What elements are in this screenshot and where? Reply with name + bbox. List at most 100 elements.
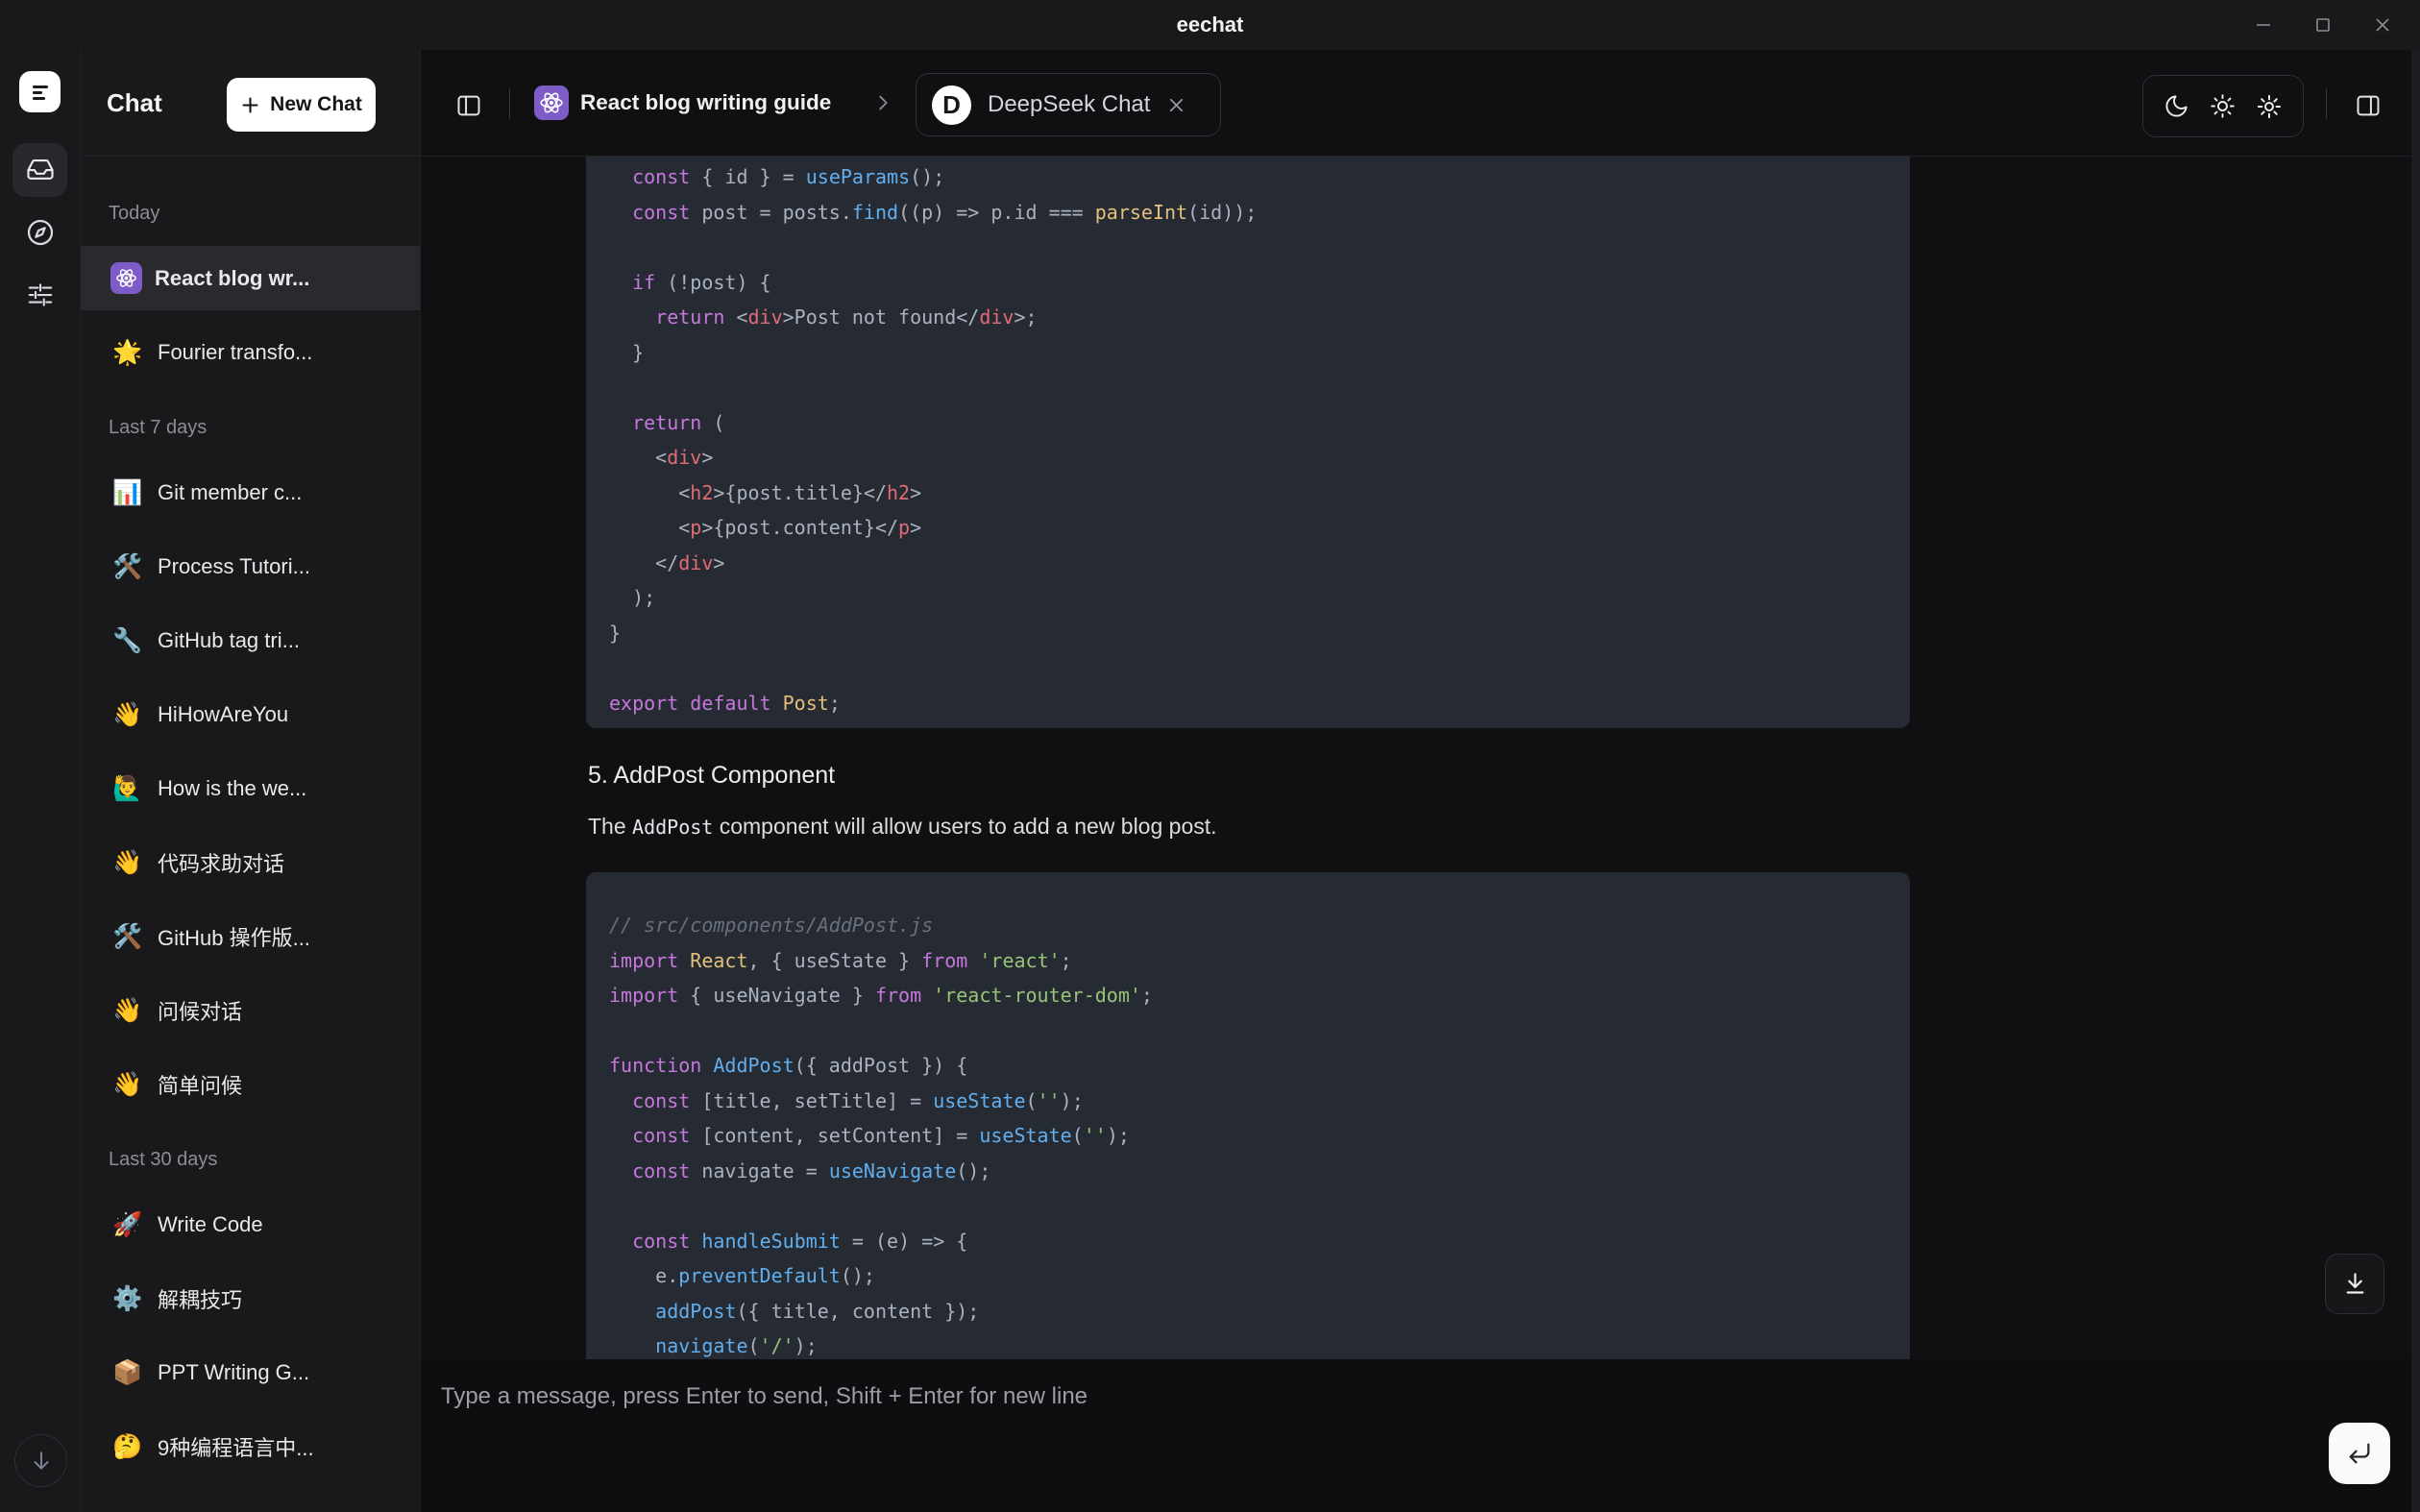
main-panel: React blog writing guide D DeepSeek Chat	[421, 50, 2420, 1512]
chat-item-emoji-icon: 👋	[110, 993, 145, 1028]
code-line: return (	[609, 405, 1887, 441]
code-line: <p>{post.content}</p>	[609, 510, 1887, 546]
light-mode-sun-icon[interactable]	[2210, 93, 2236, 119]
code-line: navigate('/');	[609, 1329, 1887, 1359]
settings-sliders-icon[interactable]	[12, 268, 67, 322]
chat-list-item[interactable]: 🌟 Fourier transfo...	[81, 320, 420, 384]
chat-item-title: 简单问候	[158, 1069, 242, 1100]
chat-list-item[interactable]: 👋代码求助对话	[81, 830, 420, 894]
theme-settings-group	[2142, 75, 2304, 137]
app-logo[interactable]	[19, 71, 61, 112]
model-chip-label: DeepSeek Chat	[988, 91, 1150, 118]
message-input-area[interactable]: Type a message, press Enter to send, Shi…	[421, 1359, 2420, 1512]
toggle-right-panel-icon[interactable]	[2355, 92, 2382, 119]
code-line: if (!post) {	[609, 265, 1887, 301]
settings-gear-icon[interactable]	[2256, 93, 2283, 120]
code-line: const [title, setTitle] = useState('');	[609, 1084, 1887, 1119]
close-window-button[interactable]	[2353, 0, 2412, 50]
chat-list-item[interactable]: ⚙️解耦技巧	[81, 1266, 420, 1330]
chat-list-item[interactable]: 👋问候对话	[81, 978, 420, 1042]
sidebar-title: Chat	[107, 88, 162, 118]
code-line	[609, 1013, 1887, 1049]
chat-item-title: Process Tutori...	[158, 554, 310, 579]
section-label: Last 7 days	[109, 415, 420, 440]
code-line	[609, 650, 1887, 686]
code-pre-1: const { id } = useParams(); const post =…	[609, 159, 1887, 720]
minimize-button[interactable]	[2234, 0, 2293, 50]
breadcrumb-chat-title[interactable]: React blog writing guide	[580, 90, 831, 115]
code-block-1: const { id } = useParams(); const post =…	[586, 157, 1910, 728]
code-line: const navigate = useNavigate();	[609, 1154, 1887, 1189]
chat-item-emoji-icon: 🛠️	[110, 919, 145, 954]
chat-list-item[interactable]: 🤔 9种编程语言中...	[81, 1414, 420, 1478]
model-chip-close-icon[interactable]	[1165, 94, 1187, 116]
window-scrollbar[interactable]	[2411, 50, 2420, 1512]
section-label: Last 30 days	[109, 1147, 420, 1172]
message-scroll-area[interactable]: const { id } = useParams(); const post =…	[421, 157, 2420, 1359]
chat-item-emoji-icon: 🤔	[110, 1429, 145, 1464]
code-line: }	[609, 335, 1887, 371]
chat-item-emoji-icon: 👋	[110, 697, 145, 732]
chat-sidebar: Chat New Chat Today React blog wr... 🌟 Four…	[81, 50, 421, 1512]
inline-code: AddPost	[632, 816, 713, 839]
sidebar-header: Chat New Chat	[81, 50, 420, 157]
chat-list-item[interactable]: 📦PPT Writing G...	[81, 1340, 420, 1404]
code-line	[609, 1188, 1887, 1224]
code-line: );	[609, 580, 1887, 616]
chats-inbox-icon[interactable]	[12, 143, 67, 197]
chat-item-emoji-icon: 🚀	[110, 1207, 145, 1242]
chat-list-item[interactable]: 🙋‍♂️How is the we...	[81, 756, 420, 820]
code-line: import React, { useState } from 'react';	[609, 943, 1887, 979]
header-divider	[509, 88, 510, 119]
code-line: return <div>Post not found</div>;	[609, 300, 1887, 335]
code-line: export default Post;	[609, 686, 1887, 721]
model-chip[interactable]: D DeepSeek Chat	[916, 73, 1221, 136]
chat-list-item[interactable]: 👋简单问候	[81, 1052, 420, 1116]
send-button[interactable]	[2329, 1423, 2390, 1484]
new-chat-button[interactable]: New Chat	[227, 78, 376, 132]
chat-item-emoji-icon: 📊	[110, 476, 145, 510]
body-paragraph: The AddPost component will allow users t…	[588, 814, 1217, 840]
chat-item-title: 9种编程语言中...	[158, 1431, 314, 1462]
chat-list-item[interactable]: 👋 HiHowAreYou	[81, 682, 420, 746]
section-label: Today	[109, 201, 420, 226]
return-arrow-icon	[2346, 1440, 2373, 1467]
scroll-to-bottom-button[interactable]	[2325, 1254, 2384, 1314]
chat-list-item[interactable]: 🛠️ Process Tutori...	[81, 534, 420, 598]
chevron-right-icon	[872, 92, 893, 113]
chat-item-emoji-icon: 👋	[110, 845, 145, 880]
header-divider-right	[2326, 88, 2327, 119]
chat-item-title: Git member c...	[158, 480, 302, 505]
chat-item-title: Write Code	[158, 1212, 263, 1237]
code-line: import { useNavigate } from 'react-route…	[609, 978, 1887, 1013]
download-arrow-icon	[2342, 1271, 2368, 1297]
chat-list-item[interactable]: 🛠️GitHub 操作版...	[81, 904, 420, 968]
section-heading: 5. AddPost Component	[588, 762, 835, 790]
code-line: addPost({ title, content });	[609, 1294, 1887, 1329]
react-icon	[110, 262, 142, 294]
rail-scroll-down-button[interactable]	[14, 1434, 67, 1487]
chat-item-title: Fourier transfo...	[158, 340, 312, 365]
chat-item-emoji-icon: ⚙️	[110, 1281, 145, 1316]
code-line: <h2>{post.title}</h2>	[609, 476, 1887, 511]
icon-rail	[0, 50, 81, 1512]
message-input-placeholder: Type a message, press Enter to send, Shi…	[441, 1383, 1088, 1410]
window-controls	[2234, 0, 2412, 50]
toggle-sidebar-icon[interactable]	[455, 92, 482, 119]
dark-mode-moon-icon[interactable]	[2163, 93, 2189, 119]
chat-item-emoji-icon: 🔧	[110, 623, 145, 658]
chat-list-item[interactable]: 🚀 Write Code	[81, 1192, 420, 1256]
chat-item-title: PPT Writing G...	[158, 1360, 309, 1385]
chat-item-title: HiHowAreYou	[158, 702, 288, 727]
maximize-button[interactable]	[2293, 0, 2353, 50]
chat-list-item[interactable]: 📊 Git member c...	[81, 460, 420, 524]
chat-list-item[interactable]: 🔧GitHub tag tri...	[81, 608, 420, 672]
chat-item-emoji-icon: 🛠️	[110, 549, 145, 584]
chat-item-emoji-icon: 🌟	[110, 335, 145, 370]
chat-list-item[interactable]: React blog wr...	[81, 246, 420, 310]
plus-icon	[240, 95, 260, 115]
discover-compass-icon[interactable]	[12, 206, 67, 259]
deepseek-logo: D	[932, 85, 971, 125]
chat-item-title: How is the we...	[158, 776, 306, 801]
code-line: const [content, setContent] = useState('…	[609, 1118, 1887, 1154]
